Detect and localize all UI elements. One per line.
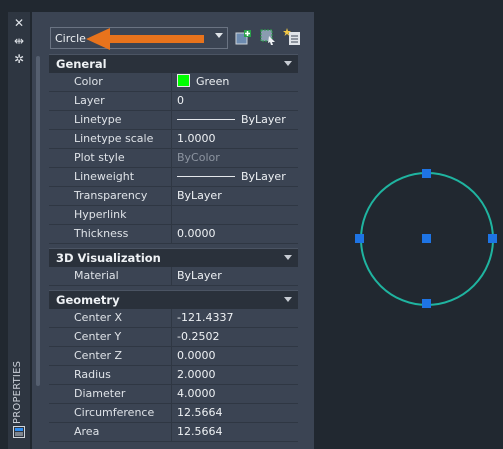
property-value[interactable]: Green [173,73,298,91]
property-value[interactable]: 12.5664 [173,404,298,422]
property-label: Center Y [49,328,172,346]
property-label: Area [49,423,172,441]
color-swatch [177,74,190,87]
property-value: ByColor [173,149,298,167]
annotation-arrow-icon [86,28,204,50]
property-value[interactable]: 0.0000 [173,225,298,243]
property-value[interactable]: 12.5664 [173,423,298,441]
scrollbar[interactable] [36,56,40,386]
property-label: Hyperlink [49,206,172,224]
row-plot-style[interactable]: Plot style ByColor [49,149,298,168]
property-label: Plot style [49,149,172,167]
property-label: Center Z [49,347,172,365]
collapse-icon[interactable] [284,61,292,66]
property-label: Transparency [49,187,172,205]
row-diameter[interactable]: Diameter 4.0000 [49,385,298,404]
palette-title: PROPERTIES [12,360,23,424]
property-label: Linetype scale [49,130,172,148]
property-label: Center X [49,309,172,327]
property-label: Thickness [49,225,172,243]
collapse-icon[interactable] [284,255,292,260]
property-value[interactable]: ByLayer [173,187,298,205]
collapse-icon[interactable] [284,297,292,302]
property-value[interactable]: -0.2502 [173,328,298,346]
property-label: Lineweight [49,168,172,186]
row-area[interactable]: Area 12.5664 [49,423,298,442]
lineweight-preview [177,176,235,177]
section-3d-visualization[interactable]: 3D Visualization [49,248,298,267]
toggle-pickadd-icon[interactable] [235,28,253,46]
property-label: Radius [49,366,172,384]
properties-palette-icon [13,426,25,438]
chevron-down-icon [215,33,223,38]
property-label: Material [49,267,172,285]
autohide-icon[interactable]: ⇹ [11,34,27,48]
close-icon[interactable]: ✕ [11,16,27,30]
row-center-x[interactable]: Center X -121.4337 [49,309,298,328]
property-value[interactable]: ByLayer [173,111,298,129]
grip-bottom[interactable] [422,299,431,308]
property-label: Linetype [49,111,172,129]
grip-top[interactable] [422,169,431,178]
section-general[interactable]: General [49,54,298,73]
property-value[interactable]: 4.0000 [173,385,298,403]
property-value[interactable]: ByLayer [173,267,298,285]
linetype-value-text: ByLayer [241,113,286,126]
property-value[interactable]: -121.4337 [173,309,298,327]
property-value[interactable]: 2.0000 [173,366,298,384]
section-title: Geometry [56,293,120,307]
palette-titlebar[interactable]: ✕ ⇹ ✲ PROPERTIES [8,12,30,449]
properties-palette: Circle General Color Green Layer 0 Linet… [32,12,314,449]
settings-icon[interactable]: ✲ [11,52,27,66]
row-layer[interactable]: Layer 0 [49,92,298,111]
linetype-preview [177,119,235,120]
property-label: Color [49,73,172,91]
property-value[interactable]: 0.0000 [173,347,298,365]
row-thickness[interactable]: Thickness 0.0000 [49,225,298,244]
row-center-z[interactable]: Center Z 0.0000 [49,347,298,366]
property-label: Diameter [49,385,172,403]
row-transparency[interactable]: Transparency ByLayer [49,187,298,206]
row-center-y[interactable]: Center Y -0.2502 [49,328,298,347]
property-value[interactable] [173,206,298,224]
property-value[interactable]: ByLayer [173,168,298,186]
section-title: 3D Visualization [56,251,161,265]
quick-select-icon[interactable] [283,28,301,46]
row-hyperlink[interactable]: Hyperlink [49,206,298,225]
row-linetype-scale[interactable]: Linetype scale 1.0000 [49,130,298,149]
row-color[interactable]: Color Green [49,73,298,92]
property-label: Circumference [49,404,172,422]
row-radius[interactable]: Radius 2.0000 [49,366,298,385]
row-circumference[interactable]: Circumference 12.5664 [49,404,298,423]
property-value[interactable]: 1.0000 [173,130,298,148]
property-value[interactable]: 0 [173,92,298,110]
grip-right[interactable] [488,234,497,243]
lineweight-value-text: ByLayer [241,170,286,183]
section-title: General [56,57,107,71]
row-material[interactable]: Material ByLayer [49,267,298,286]
section-geometry[interactable]: Geometry [49,290,298,309]
property-label: Layer [49,92,172,110]
row-lineweight[interactable]: Lineweight ByLayer [49,168,298,187]
color-value-text: Green [196,75,230,88]
grip-left[interactable] [355,234,364,243]
grip-center[interactable] [422,234,431,243]
select-objects-icon[interactable] [259,28,277,46]
row-linetype[interactable]: Linetype ByLayer [49,111,298,130]
object-type-value: Circle [55,32,86,45]
